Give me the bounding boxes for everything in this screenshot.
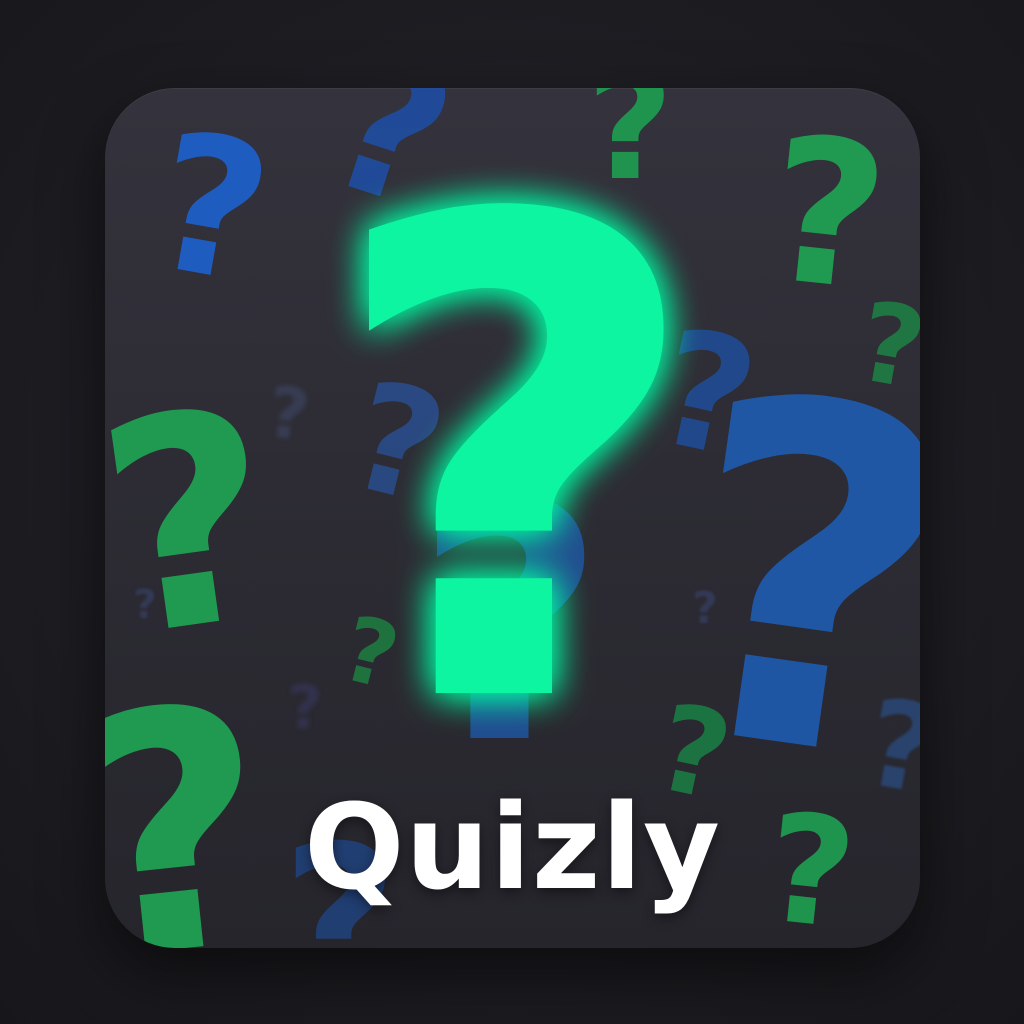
app-name-label: Quizly	[304, 778, 721, 916]
app-icon-canvas: ? ? ? ? ? ? ? ? ? ? ? ? ? ? ? ? ? ? ? ? …	[0, 0, 1024, 1024]
app-icon-tile: ? ? ? ? ? ? ? ? ? ? ? ? ? ? ? ? ? ? ? ? …	[105, 88, 920, 948]
question-mark-icon: ?	[263, 371, 315, 458]
question-mark-icon: ?	[288, 673, 323, 743]
main-question-mark-icon: ?	[324, 88, 707, 849]
question-mark-icon: ?	[138, 90, 285, 327]
